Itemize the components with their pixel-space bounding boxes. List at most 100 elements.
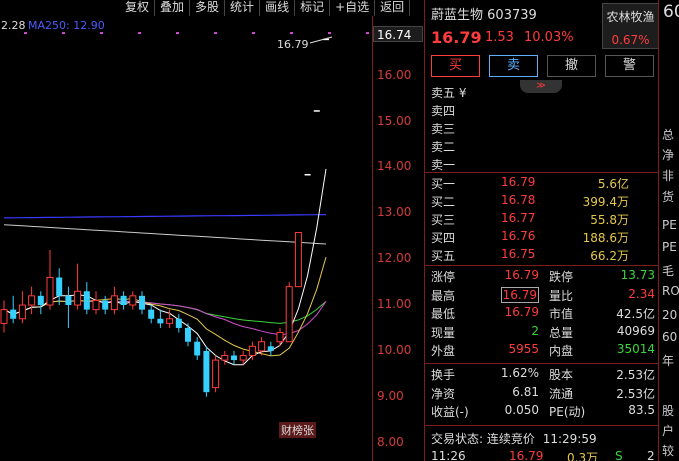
side-strip-label: 户	[662, 424, 675, 438]
ask-label: 卖四	[431, 104, 456, 118]
bid-price: 16.79	[501, 175, 536, 189]
candle-body-down	[102, 300, 109, 310]
kline-chart[interactable]: 2.28 MA250: 12.90 16.79 财榜张	[0, 16, 372, 461]
quote-value: 16.79	[500, 286, 539, 303]
candle-body-down	[65, 295, 72, 306]
candle-body-up	[239, 354, 247, 361]
candle-body-down	[139, 295, 145, 310]
event-marker	[290, 32, 293, 35]
quote-key: 最高	[431, 288, 456, 303]
quote-row: 涨停 16.79 跌停 13.73	[431, 268, 659, 286]
toolbar-item-1[interactable]: 叠加	[155, 0, 191, 16]
candle-body-down	[175, 318, 182, 328]
tick-side: S	[615, 449, 623, 461]
ma20-line	[3, 299, 327, 336]
event-marker	[138, 32, 141, 35]
tick-count: 2	[647, 449, 655, 461]
price-axis-label: 15.00	[377, 113, 412, 128]
event-marker	[24, 32, 27, 35]
stock-code: 603739	[487, 8, 537, 23]
side-strip-label: 净	[662, 148, 675, 162]
toolbar-item-0[interactable]: 复权	[120, 0, 156, 16]
candle-body-down	[83, 291, 90, 310]
price-axis-label: 11.00	[377, 297, 412, 312]
candle-body-down	[56, 277, 63, 296]
candle-body-down	[157, 318, 164, 324]
event-marker	[366, 32, 369, 35]
candle-body-up	[285, 286, 293, 343]
bid-volume: 188.6万	[582, 231, 629, 245]
quote-key: 现量	[431, 325, 456, 340]
price-axis-label: 13.00	[377, 205, 412, 220]
quote-value: 16.79	[504, 268, 539, 282]
side-strip-label: 非	[662, 169, 675, 183]
candlestick-svg	[0, 32, 369, 397]
quote-key: 涨停	[431, 270, 456, 284]
price-axis-label: 8.00	[377, 434, 404, 449]
bid-price: 16.76	[501, 229, 536, 243]
candle-body-up	[18, 304, 26, 320]
price-change: 1.53	[485, 30, 514, 45]
bid-label: 买一	[431, 177, 456, 191]
tick-price: 16.79	[509, 449, 544, 461]
last-price: 16.79	[431, 28, 482, 47]
side-strip-label: 60	[663, 2, 679, 22]
quote-key: PE(动)	[549, 405, 586, 419]
quote-row: 收益(-) 0.050 PE(动) 83.5	[431, 403, 659, 421]
quote-value: 42.5亿	[616, 307, 655, 321]
quote-key: 市值	[549, 307, 574, 321]
quote-value: 35014	[616, 342, 655, 356]
bid-volume: 5.6亿	[597, 177, 629, 191]
sector-name: 农林牧渔	[606, 10, 655, 24]
quote-value: 1.62%	[500, 366, 539, 380]
quote-panel: 蔚蓝生物 603739 16.79 1.53 10.03% 农林牧渔 0.67%…	[424, 0, 659, 461]
quote-row: 现量 2 总量 40969	[431, 324, 659, 342]
toolbar-item-7[interactable]: 返回	[375, 0, 411, 16]
quote-value: 6.81	[512, 384, 539, 399]
trade-status: 交易状态: 连续竞价 11:29:59	[431, 430, 597, 447]
ask-row: 卖三	[431, 120, 659, 138]
cancel-button[interactable]: 撤	[547, 55, 596, 77]
quote-key: 跌停	[549, 270, 574, 284]
side-strip-label: 60	[662, 330, 678, 344]
price-axis-label: 12.00	[377, 251, 412, 266]
toolbar-item-3[interactable]: 统计	[225, 0, 261, 16]
quote-divider-2	[425, 363, 659, 364]
sector-box[interactable]: 农林牧渔 0.67%	[602, 3, 659, 49]
ma120-line	[3, 224, 327, 245]
board-badge[interactable]: 财榜张	[279, 422, 316, 438]
quote-key: 总量	[549, 325, 574, 340]
toolbar-item-2[interactable]: 多股	[190, 0, 226, 16]
quote-key: 外盘	[431, 344, 456, 358]
bid-row: 买五 16.75 66.2万	[431, 247, 659, 265]
candle-body-down	[10, 309, 17, 319]
bid-label: 买三	[431, 213, 456, 227]
toolbar-item-4[interactable]: 画线	[260, 0, 296, 16]
candle-body-down	[194, 341, 201, 356]
candle-body-up	[258, 341, 266, 352]
quote-row: 外盘 5955 内盘 35014	[431, 342, 659, 360]
toolbar-item-6[interactable]: +自选	[330, 0, 376, 16]
side-strip-label: 毛	[662, 264, 675, 278]
price-change-pct: 10.03%	[524, 30, 574, 45]
buy-button[interactable]: 买	[431, 55, 480, 77]
quote-key: 最低	[431, 307, 456, 321]
candle-body-up	[276, 332, 284, 343]
side-strip-label: 较	[662, 444, 675, 458]
quote-value: 0.050	[504, 403, 539, 417]
quote-key: 股本	[549, 368, 574, 382]
quote-value: 16.79	[504, 305, 539, 319]
alert-button[interactable]: 警	[605, 55, 654, 77]
toolbar-item-5[interactable]: 标记	[295, 0, 331, 16]
sell-button[interactable]: 卖	[489, 55, 538, 77]
candle-body-down	[231, 355, 237, 361]
bid-label: 买五	[431, 249, 456, 263]
ask-label: 卖二	[431, 140, 456, 154]
current-price-tag: 16.74	[373, 26, 423, 42]
quote-row: 最高 16.79 量比 2.34	[431, 286, 659, 305]
orderbook-divider	[425, 172, 659, 173]
side-strip-label: 20	[662, 308, 678, 322]
candle-body-down	[120, 295, 127, 306]
candle-body-up	[0, 309, 8, 324]
quote-value: 2.34	[628, 286, 655, 301]
